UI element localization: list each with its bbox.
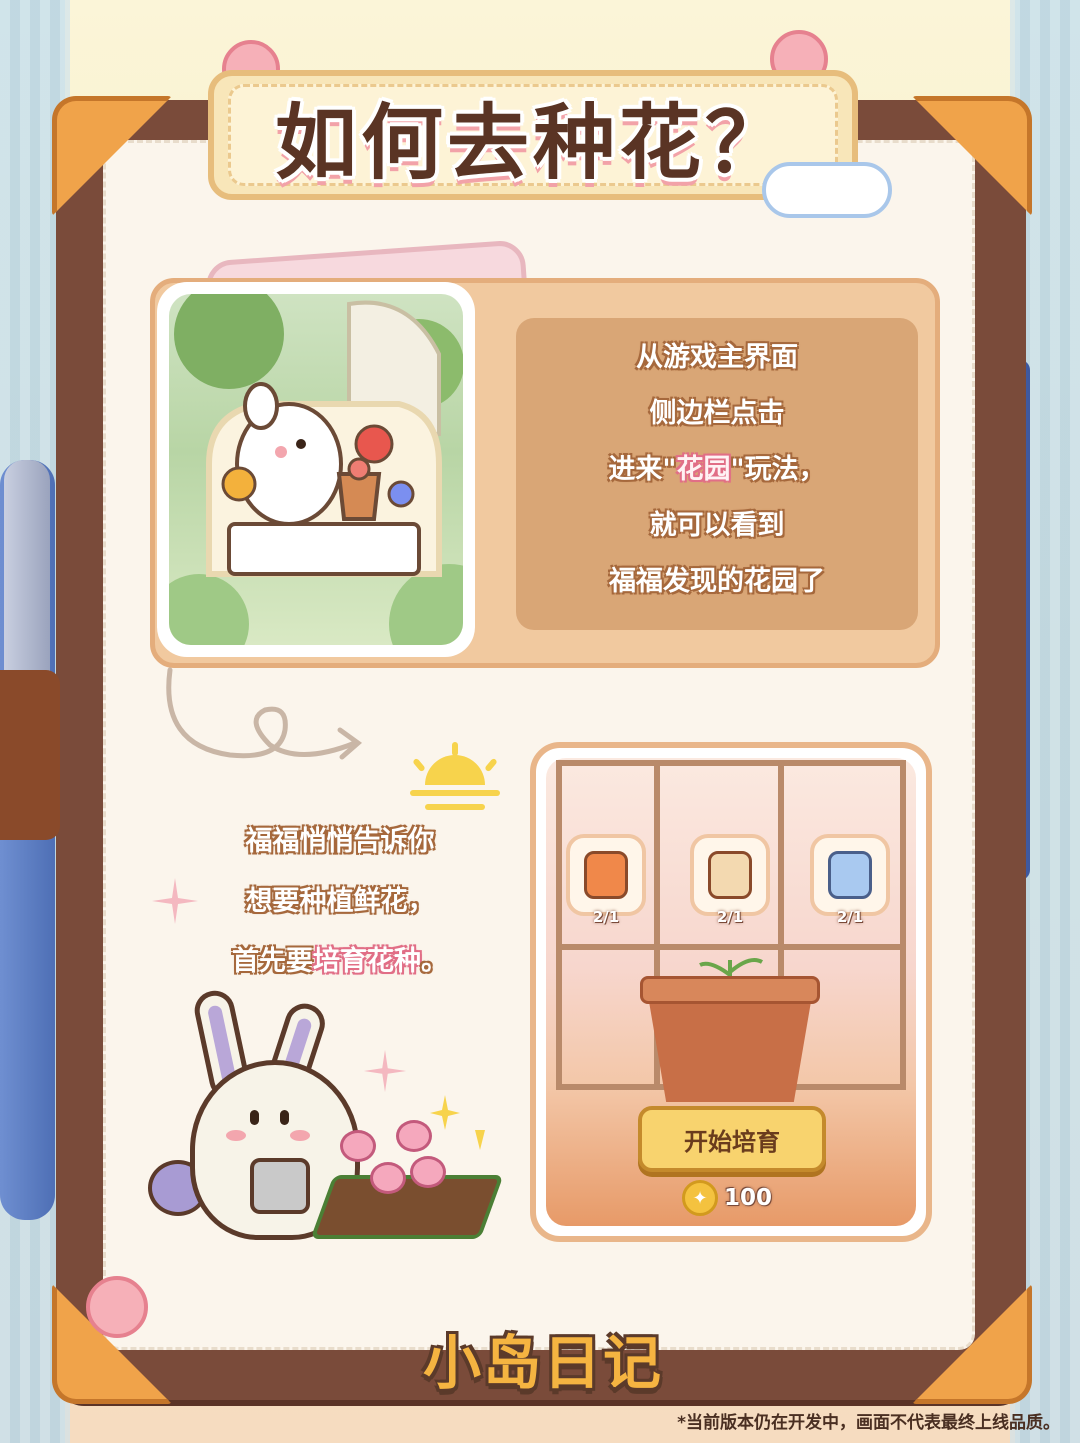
blue-seed-bag-icon: [828, 851, 872, 899]
seed-tip-text: 福福悄悄告诉你 想要种植鲜花， 首先要培育花种。: [190, 812, 490, 992]
leaf-coin-icon: ✦: [682, 1180, 718, 1216]
tip-prefix: 首先要: [232, 946, 313, 977]
rose-icon: [370, 1162, 406, 1194]
bunny-cheek: [226, 1130, 246, 1141]
sparkle-icon: [152, 878, 198, 924]
flower-bed: [310, 1175, 504, 1239]
tip-line-highlight: 首先要培育花种。: [232, 932, 448, 992]
game-logo: 小岛日记: [422, 1329, 663, 1397]
instruction-line: 就可以看到: [649, 510, 785, 541]
instruction-line: 福福发现的花园了: [609, 566, 825, 597]
seed-count: 2/1: [716, 908, 744, 926]
rose-icon: [396, 1120, 432, 1152]
cloud-icon: [762, 162, 892, 218]
orange-seed-bag-icon: [584, 851, 628, 899]
curly-arrow-icon: [166, 667, 363, 760]
garden-instruction-text: 从游戏主界面 侧边栏点击 进来"花园"玩法， 就可以看到 福福发现的花园了: [516, 330, 918, 610]
pink-flower-icon: [86, 1276, 148, 1338]
cultivate-cost: 100: [724, 1185, 773, 1211]
start-cultivate-button[interactable]: 开始培育: [638, 1106, 826, 1172]
seed-count: 2/1: [592, 908, 620, 926]
garden-bunny-illustration: [169, 294, 463, 645]
instruction-line: 从游戏主界面: [636, 342, 798, 373]
bunny-eye: [250, 1110, 259, 1125]
instruction-prefix: 进来": [608, 454, 677, 485]
bunny-eye: [280, 1110, 289, 1125]
watering-can-icon: [250, 1158, 310, 1214]
sun-icon: [410, 742, 500, 810]
page-title: 如何去种花？: [274, 95, 791, 191]
rose-icon: [340, 1130, 376, 1162]
tip-line: 福福悄悄告诉你: [245, 826, 435, 857]
bunny-cheek: [290, 1130, 310, 1141]
tip-suffix: 。: [421, 946, 448, 977]
pen-cap-decoration: [4, 460, 50, 680]
garden-highlight: 花园: [676, 454, 731, 485]
seed-slot[interactable]: [810, 834, 890, 916]
instruction-line: 侧边栏点击: [649, 398, 785, 429]
instruction-suffix: "玩法，: [730, 454, 826, 485]
folder-strap: [0, 670, 60, 840]
seed-highlight: 培育花种: [313, 946, 421, 977]
seed-count: 2/1: [836, 908, 864, 926]
flower-pot-rim: [640, 976, 820, 1004]
sparkle-icon: [363, 1049, 407, 1093]
instruction-line-garden: 进来"花园"玩法，: [608, 442, 825, 498]
garden-scene: [169, 294, 463, 645]
tip-line: 想要种植鲜花，: [245, 886, 435, 917]
sparkle-icon: [430, 1095, 485, 1150]
seed-slot[interactable]: [566, 834, 646, 916]
garden-screenshot: [157, 282, 475, 657]
disclaimer-text: *当前版本仍在开发中，画面不代表最终上线品质。: [677, 1413, 1060, 1433]
seed-bottle-icon: [708, 851, 752, 899]
seed-slot[interactable]: [690, 834, 770, 916]
